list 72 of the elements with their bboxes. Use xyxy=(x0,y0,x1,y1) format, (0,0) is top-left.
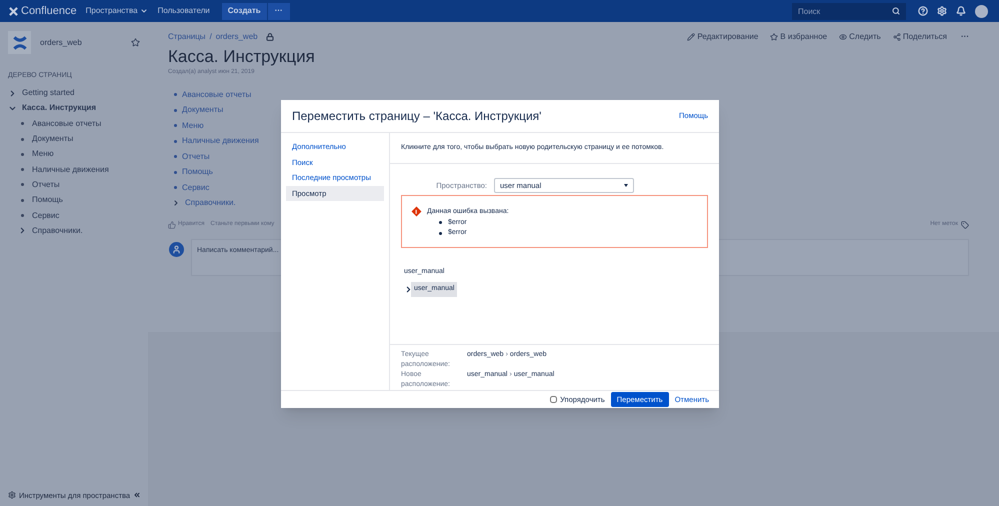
tree-item[interactable]: Сервис xyxy=(32,210,60,222)
bullet-icon xyxy=(174,186,177,190)
bullet-icon xyxy=(174,140,177,143)
logo-icon[interactable] xyxy=(9,6,18,16)
tree-item[interactable]: Справочники. xyxy=(32,224,83,237)
bullet-icon xyxy=(174,170,177,174)
breadcrumb-separator: / xyxy=(210,31,212,43)
tree-item[interactable]: Наличные движения xyxy=(32,164,109,176)
tree-item[interactable]: Документы xyxy=(32,133,74,146)
create-button[interactable]: Создать xyxy=(222,2,267,20)
reorder-checkbox[interactable] xyxy=(550,396,558,403)
page-link[interactable]: Справочники. xyxy=(185,197,236,210)
avatar-icon[interactable] xyxy=(975,4,988,18)
breadcrumb-link[interactable]: orders_web xyxy=(216,31,258,43)
star-icon xyxy=(770,33,778,41)
app-logo[interactable]: Confluence xyxy=(21,2,77,20)
bullet-icon xyxy=(21,168,24,172)
user-avatar-icon xyxy=(169,242,184,257)
page-action[interactable]: Редактирование xyxy=(687,31,758,43)
page-link[interactable]: Документы xyxy=(182,104,224,116)
bullet-icon xyxy=(21,214,24,218)
bullet-icon xyxy=(174,108,177,112)
tree-item[interactable]: Касса. Инструкция xyxy=(22,102,96,114)
share-icon xyxy=(892,33,901,41)
tree-item[interactable]: Авансовые отчеты xyxy=(32,118,102,130)
page-link[interactable]: Авансовые отчеты xyxy=(182,88,252,101)
bullet-icon xyxy=(21,152,24,156)
bullet-icon xyxy=(21,138,24,141)
lock-icon[interactable] xyxy=(266,33,274,41)
search-field[interactable]: Поиск xyxy=(792,2,906,20)
nav-menu-item[interactable]: Пользователи xyxy=(158,5,210,17)
dropdown-caret-icon xyxy=(624,184,628,187)
tree-item[interactable]: Помощь xyxy=(32,194,63,206)
bullet-icon xyxy=(174,93,177,96)
page-link[interactable]: Меню xyxy=(182,120,204,132)
bullet-icon xyxy=(21,183,24,186)
page-action[interactable]: Поделиться xyxy=(892,31,947,43)
watch-icon xyxy=(839,33,848,41)
page-link[interactable]: Сервис xyxy=(182,182,210,194)
more-button[interactable]: ··· xyxy=(268,2,290,20)
tree-item[interactable]: Меню xyxy=(32,148,54,160)
space-name[interactable]: orders_web xyxy=(40,36,131,48)
page-link[interactable]: Помощь xyxy=(182,166,213,178)
breadcrumb-link[interactable]: Страницы xyxy=(168,31,206,43)
space-logo-icon[interactable] xyxy=(12,36,26,50)
bullet-icon xyxy=(21,198,24,202)
search-icon[interactable] xyxy=(892,7,900,15)
collapse-icon[interactable] xyxy=(133,491,142,500)
page-link[interactable]: Наличные движения xyxy=(182,135,259,148)
bullet-icon xyxy=(439,221,442,224)
notification-icon[interactable] xyxy=(956,6,966,16)
error-icon xyxy=(412,206,422,216)
edit-icon xyxy=(687,33,696,41)
tree-item[interactable]: Отчеты xyxy=(32,178,60,191)
star-icon[interactable] xyxy=(131,38,140,47)
bullet-icon xyxy=(21,122,24,126)
page-link[interactable]: Отчеты xyxy=(182,150,210,163)
help-icon[interactable] xyxy=(918,6,928,16)
bullet-icon xyxy=(174,124,177,128)
nav-menu-item[interactable]: Пространства xyxy=(86,5,148,17)
page-action[interactable]: Следить xyxy=(839,31,881,43)
tag-icon[interactable] xyxy=(961,220,969,228)
tree-item[interactable]: Getting started xyxy=(22,87,74,100)
bullet-icon xyxy=(174,155,177,158)
bullet-icon xyxy=(439,232,442,235)
settings-icon[interactable] xyxy=(8,491,16,500)
more-button[interactable]: ··· xyxy=(961,31,969,43)
page-title: Касса. Инструкция xyxy=(168,46,316,68)
dialog-title: Переместить страницу – 'Касса. Инструкция' xyxy=(292,108,542,125)
chevron-down-icon xyxy=(140,7,148,15)
page-action[interactable]: В избранное xyxy=(770,31,828,43)
chevron-right-icon[interactable] xyxy=(404,284,413,294)
